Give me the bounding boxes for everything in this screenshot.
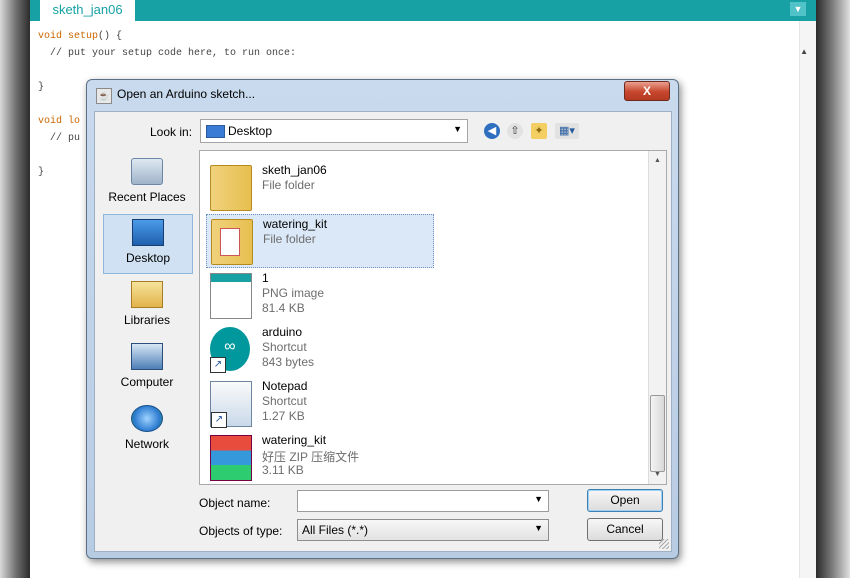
scroll-up-icon[interactable]: ▲ (654, 157, 661, 164)
folder-icon (211, 219, 253, 265)
notepad-icon: ↗ (210, 381, 252, 428)
network-icon (131, 405, 163, 432)
place-desktop[interactable]: Desktop (103, 214, 193, 274)
scroll-up-icon[interactable]: ▲ (800, 47, 808, 56)
code-function: lo (68, 116, 81, 127)
zip-archive-icon (210, 435, 252, 481)
folder-icon (210, 165, 252, 211)
look-in-dropdown[interactable]: Desktop ▼ (200, 119, 468, 143)
file-item[interactable]: watering_kit File folder (206, 214, 434, 268)
file-name: 1 (262, 271, 269, 285)
desktop-icon (132, 219, 164, 246)
resize-grip-icon[interactable] (659, 539, 669, 549)
code-line: } (38, 167, 45, 178)
dialog-title: Open an Arduino sketch... (117, 87, 256, 101)
file-name: watering_kit (262, 433, 327, 447)
tab-sketch[interactable]: sketh_jan06 (40, 0, 135, 21)
code-keyword: void (38, 31, 63, 42)
view-menu-icon[interactable]: ▦▾ (555, 123, 579, 139)
code-line: } (38, 82, 45, 93)
shortcut-arrow-icon: ↗ (210, 357, 226, 373)
place-label: Desktop (125, 251, 171, 265)
dialog-client-area: Look in: Desktop ▼ ◀ ⇧ ✦ ▦▾ Recent Place… (94, 111, 672, 552)
code-line: // pu (38, 133, 81, 144)
file-size: 843 bytes (262, 355, 315, 369)
chevron-down-icon[interactable]: ▼ (534, 523, 543, 533)
arduino-icon: ∞ ↗ (210, 327, 250, 373)
place-network[interactable]: Network (103, 401, 191, 459)
background-right-edge (816, 0, 850, 578)
close-button[interactable]: X (624, 81, 670, 101)
file-name: sketh_jan06 (262, 163, 327, 177)
file-item[interactable]: ∞ ↗ arduino Shortcut 843 bytes (206, 323, 432, 375)
objects-type-label: Objects of type: (199, 524, 283, 538)
place-label: Computer (120, 375, 174, 389)
file-type: PNG image (262, 286, 325, 300)
file-type: Shortcut (262, 340, 307, 354)
code-text: () { (98, 31, 123, 42)
code-line: void setup() { (38, 31, 122, 42)
file-list[interactable]: sketh_jan06 File folder watering_kit Fil… (199, 150, 667, 485)
libraries-icon (131, 281, 163, 308)
place-libraries[interactable]: Libraries (103, 277, 191, 335)
recent-places-icon (131, 158, 163, 185)
chevron-down-icon[interactable]: ▼ (534, 494, 543, 504)
new-folder-icon[interactable]: ✦ (531, 123, 547, 139)
png-image-icon (210, 273, 252, 319)
file-type: File folder (262, 178, 315, 192)
editor-scrollbar[interactable]: ▲ (799, 21, 816, 578)
file-item[interactable]: sketh_jan06 File folder (206, 161, 432, 213)
file-size: 3.11 KB (262, 463, 304, 477)
open-button[interactable]: Open (587, 489, 663, 512)
editor-tab-bar: sketh_jan06 ▼ (30, 0, 816, 21)
background-left-edge (0, 0, 30, 578)
file-name: Notepad (262, 379, 308, 393)
file-size: 81.4 KB (262, 301, 305, 315)
place-label: Network (124, 437, 169, 451)
file-name: arduino (262, 325, 303, 339)
place-label: Recent Places (108, 190, 186, 204)
file-list-scrollbar[interactable]: ▲ ▼ (648, 151, 666, 484)
objects-type-value: All Files (*.*) (302, 523, 369, 537)
place-recent-places[interactable]: Recent Places (103, 154, 191, 212)
objects-type-dropdown[interactable]: All Files (*.*) ▼ (297, 519, 549, 541)
file-type: Shortcut (262, 394, 307, 408)
scroll-down-icon[interactable]: ▼ (654, 471, 661, 478)
file-name: watering_kit (263, 217, 328, 231)
tab-menu-icon[interactable]: ▼ (790, 2, 806, 16)
open-sketch-dialog: ☕ Open an Arduino sketch... X Look in: D… (86, 79, 679, 559)
file-item[interactable]: 1 PNG image 81.4 KB (206, 269, 432, 321)
object-name-input[interactable]: ▼ (297, 490, 549, 512)
places-bar: Recent Places Desktop Libraries Computer… (103, 150, 193, 480)
look-in-label: Look in: (150, 125, 193, 139)
computer-icon (131, 343, 163, 370)
code-keyword: void (38, 116, 63, 127)
file-item[interactable]: ↗ Notepad Shortcut 1.27 KB (206, 377, 432, 429)
shortcut-arrow-icon: ↗ (211, 412, 227, 428)
place-computer[interactable]: Computer (103, 339, 191, 397)
file-type: File folder (263, 232, 316, 246)
scrollbar-thumb[interactable] (650, 395, 665, 472)
code-line: void lo (38, 116, 80, 127)
code-function: setup (68, 31, 99, 42)
desktop-small-icon (206, 125, 225, 138)
cancel-button[interactable]: Cancel (587, 518, 663, 541)
java-app-icon: ☕ (96, 88, 112, 104)
back-icon[interactable]: ◀ (484, 123, 500, 139)
file-size: 1.27 KB (262, 409, 305, 423)
look-in-value: Desktop (228, 124, 273, 138)
code-line: // put your setup code here, to run once… (38, 48, 297, 59)
up-folder-icon[interactable]: ⇧ (507, 123, 523, 139)
chevron-down-icon[interactable]: ▼ (453, 124, 462, 134)
object-name-label: Object name: (199, 496, 271, 510)
file-item[interactable]: watering_kit 好压 ZIP 压缩文件 3.11 KB (206, 431, 432, 483)
place-label: Libraries (123, 313, 171, 327)
